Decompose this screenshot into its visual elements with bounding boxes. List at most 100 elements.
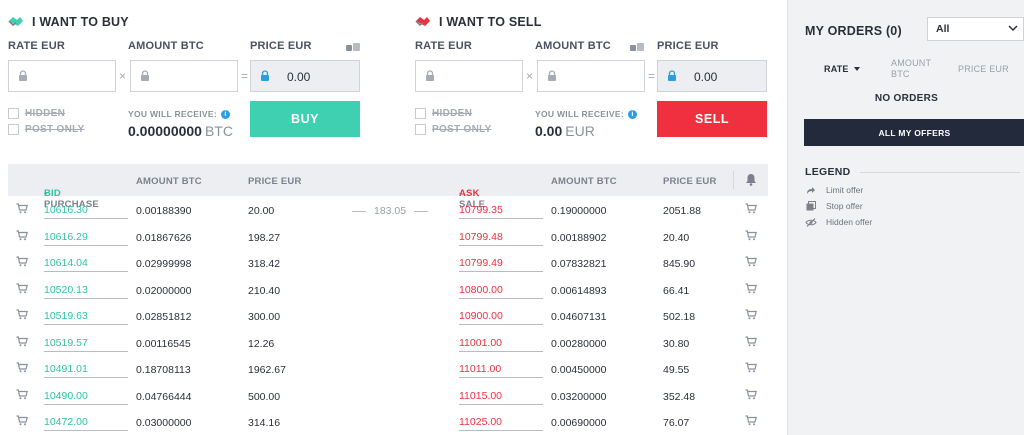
buy-price-value: 0.00 <box>287 70 311 84</box>
order-book-row: 10616.30 0.00188390 20.00 183.05 10799.35 0.1… <box>8 196 768 223</box>
buy-post-only-checkbox[interactable]: POST ONLY <box>8 124 85 135</box>
cart-icon[interactable] <box>16 388 28 400</box>
sell-rate-label: RATE EUR <box>415 40 473 52</box>
stop-layers-icon <box>806 201 816 211</box>
ask-amount: 0.00280000 <box>551 337 607 350</box>
sell-amount-label: AMOUNT BTC <box>535 40 611 52</box>
buy-rate-input[interactable] <box>8 60 116 92</box>
cart-icon[interactable] <box>16 229 28 241</box>
bid-rate-link[interactable]: 10616.30 <box>44 204 128 219</box>
buy-price-input[interactable]: 0.00 <box>250 60 360 92</box>
cart-icon[interactable] <box>16 309 28 320</box>
cart-icon[interactable] <box>16 362 28 373</box>
lock-icon[interactable] <box>260 70 270 82</box>
cart-icon[interactable] <box>745 282 757 294</box>
trading-panel: I WANT TO BUY RATE EUR AMOUNT BTC PRICE … <box>0 0 787 435</box>
cart-icon[interactable] <box>745 256 757 267</box>
bid-amount: 0.02000000 <box>136 284 192 297</box>
bell-icon[interactable] <box>745 173 757 186</box>
order-book-header: BID - PURCHASE AMOUNT BTC PRICE EUR ASK -… <box>8 164 768 210</box>
cart-icon[interactable] <box>745 203 757 214</box>
cart-icon[interactable] <box>16 203 28 214</box>
sell-receive-label: YOU WILL RECEIVE: i <box>535 109 638 119</box>
sell-rate-input[interactable] <box>415 60 523 92</box>
ask-price: 30.80 <box>663 337 690 350</box>
buy-amount-input[interactable] <box>130 60 238 92</box>
ask-rate-link[interactable]: 10900.00 <box>459 310 543 325</box>
bid-price: 1962.67 <box>248 364 286 376</box>
bid-rate-link[interactable]: 10616.29 <box>44 231 128 246</box>
ask-rate-link[interactable]: 11001.00 <box>459 337 543 352</box>
ask-rate-link[interactable]: 11015.00 <box>459 390 543 405</box>
orders-filter-select[interactable]: All <box>927 17 1024 41</box>
lock-icon[interactable] <box>667 70 677 82</box>
ask-rate-link[interactable]: 10799.35 <box>459 204 543 219</box>
buy-hidden-checkbox[interactable]: HIDDEN <box>8 108 65 119</box>
sort-caret-icon <box>853 67 860 71</box>
cart-icon[interactable] <box>16 415 28 426</box>
buy-rate-label: RATE EUR <box>8 40 66 52</box>
ask-price: 845.90 <box>663 258 696 270</box>
cart-icon[interactable] <box>745 335 757 347</box>
buy-receive-label: YOU WILL RECEIVE: i <box>128 109 231 119</box>
cart-icon[interactable] <box>745 229 757 241</box>
sell-price-input[interactable]: 0.00 <box>657 60 767 92</box>
ask-amount: 0.00614893 <box>551 284 607 297</box>
legend-item-limit: Limit offer <box>805 185 863 195</box>
bid-rate-link[interactable]: 10614.04 <box>44 257 128 272</box>
buy-form: I WANT TO BUY RATE EUR AMOUNT BTC PRICE … <box>8 8 378 148</box>
sell-price-value: 0.00 <box>694 70 718 84</box>
sell-form-header: I WANT TO SELL <box>415 8 785 36</box>
all-my-offers-button[interactable]: ALL MY OFFERS <box>804 119 1024 146</box>
ask-rate-link[interactable]: 10799.48 <box>459 231 543 246</box>
bid-rate-link[interactable]: 10520.13 <box>44 284 128 299</box>
cart-icon[interactable] <box>16 282 28 294</box>
bid-rate-link[interactable]: 10519.63 <box>44 310 128 325</box>
ask-amount: 0.07832821 <box>551 258 607 270</box>
equals-sign: = <box>648 69 656 83</box>
sell-hidden-checkbox[interactable]: HIDDEN <box>415 108 472 119</box>
buy-receive-value: 0.00000000 BTC <box>128 123 233 139</box>
order-book-rows: 10616.30 0.00188390 20.00 183.05 10799.35 0.1… <box>8 196 768 435</box>
bid-amount: 0.03000000 <box>136 417 192 429</box>
ask-amount: 0.03200000 <box>551 390 607 403</box>
legend-title: LEGEND <box>805 166 851 178</box>
buy-button[interactable]: BUY <box>250 101 360 137</box>
bid-amount: 0.00116545 <box>136 337 191 350</box>
cart-icon[interactable] <box>745 362 757 373</box>
orders-rate-header[interactable]: RATE <box>824 64 860 74</box>
order-book-row: 10472.00 0.03000000 314.16 11025.00 0.006900… <box>8 408 768 435</box>
sell-button[interactable]: SELL <box>657 101 767 137</box>
cart-icon[interactable] <box>745 415 757 426</box>
legend-divider <box>860 172 1020 173</box>
sell-amount-input[interactable] <box>537 60 645 92</box>
ask-price: 502.18 <box>663 311 696 323</box>
legend-item-hidden: Hidden offer <box>805 217 872 227</box>
my-orders-title: MY ORDERS (0) <box>805 24 902 38</box>
ask-rate-link[interactable]: 11025.00 <box>459 416 543 431</box>
lock-icon <box>548 70 556 81</box>
bid-rate-link[interactable]: 10472.00 <box>44 416 128 431</box>
bid-rate-link[interactable]: 10491.01 <box>44 363 128 378</box>
cart-icon[interactable] <box>16 256 28 267</box>
ask-rate-link[interactable]: 11011.00 <box>459 363 543 378</box>
coins-icon[interactable] <box>630 42 644 52</box>
ask-price-header: PRICE EUR <box>663 176 717 187</box>
orders-filter-value: All <box>936 23 950 35</box>
info-icon[interactable]: i <box>628 109 638 119</box>
ask-rate-link[interactable]: 10799.49 <box>459 257 543 272</box>
ask-rate-link[interactable]: 10800.00 <box>459 284 543 299</box>
sell-post-only-checkbox[interactable]: POST ONLY <box>415 124 492 135</box>
coins-icon[interactable] <box>346 42 360 52</box>
cart-icon[interactable] <box>16 335 28 347</box>
bid-rate-link[interactable]: 10490.00 <box>44 390 128 405</box>
cart-icon[interactable] <box>745 309 757 320</box>
bid-price: 210.40 <box>248 284 281 297</box>
ask-amount: 0.04607131 <box>551 311 607 323</box>
bid-amount-header: AMOUNT BTC <box>136 176 202 187</box>
bid-rate-link[interactable]: 10519.57 <box>44 337 128 352</box>
cart-icon[interactable] <box>745 388 757 400</box>
info-icon[interactable]: i <box>221 109 231 119</box>
chevron-down-icon <box>1008 25 1018 32</box>
buy-form-title: I WANT TO BUY <box>32 15 129 29</box>
